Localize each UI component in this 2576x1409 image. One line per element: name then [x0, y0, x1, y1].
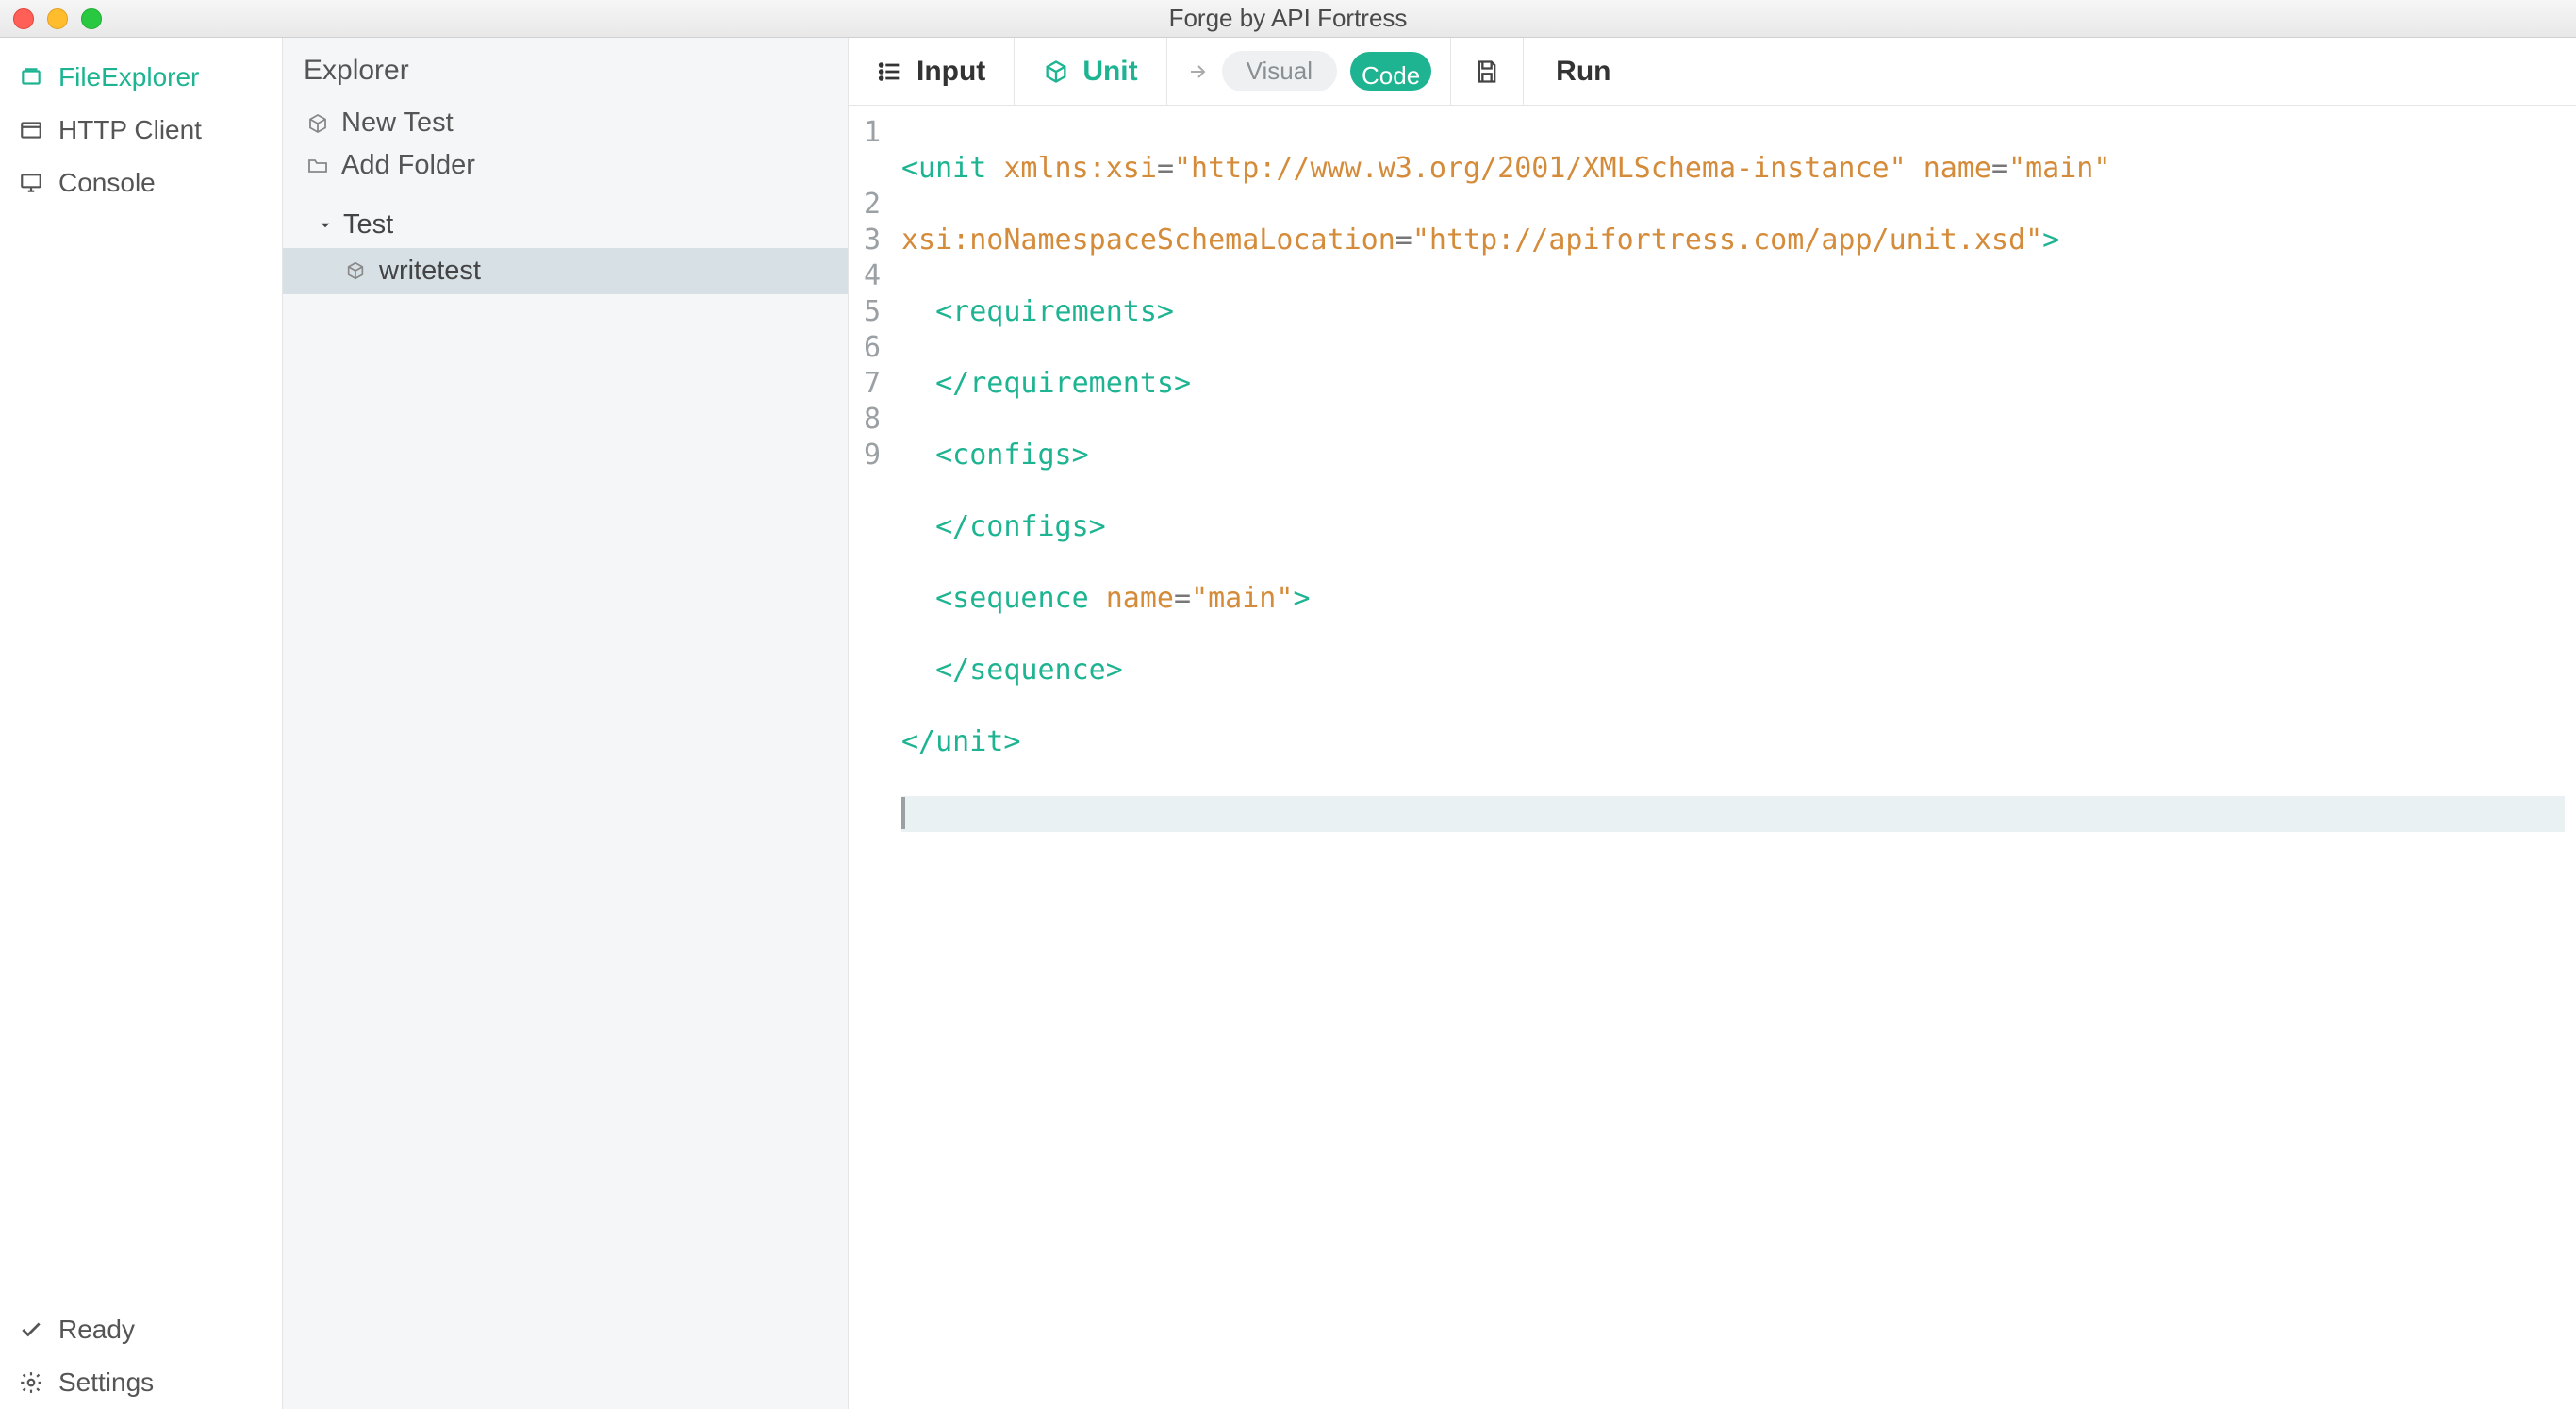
action-label: New Test — [341, 108, 454, 139]
code-line — [901, 796, 2565, 832]
file-label: writetest — [379, 256, 481, 287]
tab-input[interactable]: Input — [849, 38, 1015, 105]
code-body[interactable]: <unit xmlns:xsi="http://www.w3.org/2001/… — [890, 106, 2576, 1409]
window-titlebar: Forge by API Fortress — [0, 0, 2576, 38]
code-line: </requirements> — [901, 366, 2565, 402]
nav-label: Console — [58, 168, 156, 198]
cube-icon — [345, 260, 368, 283]
code-editor[interactable]: 1 2 3 4 5 6 7 8 9 <unit xmlns:xsi="http:… — [849, 106, 2576, 1409]
view-toggle: Visual Code — [1167, 38, 1452, 105]
list-icon — [877, 58, 903, 85]
code-line: <configs> — [901, 438, 2565, 473]
editor-toolbar: Input Unit Visual Code Ru — [849, 38, 2576, 106]
action-add-folder[interactable]: Add Folder — [302, 144, 829, 187]
code-line: xsi:noNamespaceSchemaLocation="http://ap… — [901, 223, 2565, 258]
file-tree: Test writetest — [283, 202, 848, 294]
tab-label: Input — [916, 56, 985, 88]
window-title: Forge by API Fortress — [0, 4, 2576, 33]
save-button[interactable] — [1451, 38, 1524, 105]
code-line: <unit xmlns:xsi="http://www.w3.org/2001/… — [901, 151, 2565, 187]
text-cursor — [901, 797, 905, 829]
nav-file-explorer[interactable]: FileExplorer — [0, 51, 282, 104]
line-number: 5 — [849, 294, 881, 330]
line-number: 8 — [849, 402, 881, 438]
status-ready: Ready — [0, 1303, 282, 1356]
line-number: 1 — [849, 115, 881, 151]
code-line: </unit> — [901, 724, 2565, 760]
nav-settings[interactable]: Settings — [0, 1356, 282, 1409]
action-new-test[interactable]: New Test — [302, 102, 829, 144]
line-number: 4 — [849, 258, 881, 294]
check-icon — [17, 1318, 45, 1342]
toggle-visual[interactable]: Visual — [1222, 51, 1337, 91]
code-line: </configs> — [901, 509, 2565, 545]
explorer-title: Explorer — [283, 38, 848, 96]
primary-nav: FileExplorer HTTP Client Console Ready — [0, 38, 283, 1409]
tree-folder-test[interactable]: Test — [283, 202, 848, 248]
nav-label: Settings — [58, 1368, 154, 1398]
caret-down-icon — [317, 217, 334, 234]
status-label: Ready — [58, 1315, 135, 1345]
line-number: 6 — [849, 330, 881, 366]
nav-http-client[interactable]: HTTP Client — [0, 104, 282, 157]
line-number: 9 — [849, 438, 881, 473]
folder-label: Test — [343, 209, 393, 240]
line-number: 3 — [849, 223, 881, 258]
browser-window-icon — [17, 118, 45, 142]
toggle-code[interactable]: Code — [1350, 52, 1431, 91]
save-icon — [1474, 58, 1500, 85]
tab-unit[interactable]: Unit — [1015, 38, 1166, 105]
code-line: </sequence> — [901, 653, 2565, 688]
action-label: Add Folder — [341, 150, 475, 181]
arrow-right-icon — [1186, 60, 1209, 83]
gear-icon — [17, 1370, 45, 1395]
code-line: <requirements> — [901, 294, 2565, 330]
line-number: 7 — [849, 366, 881, 402]
tree-file-writetest[interactable]: writetest — [283, 248, 848, 294]
explorer-panel: Explorer New Test Add Folder Test — [283, 38, 849, 1409]
cube-icon — [305, 111, 330, 136]
editor-area: Input Unit Visual Code Ru — [849, 38, 2576, 1409]
run-label: Run — [1556, 56, 1610, 88]
code-line: <sequence name="main"> — [901, 581, 2565, 617]
run-button[interactable]: Run — [1524, 38, 1643, 105]
cube-icon — [1043, 58, 1069, 85]
nav-label: HTTP Client — [58, 115, 202, 145]
tab-label: Unit — [1082, 56, 1137, 88]
line-gutter: 1 2 3 4 5 6 7 8 9 — [849, 106, 890, 1409]
nav-console[interactable]: Console — [0, 157, 282, 209]
folder-icon — [305, 154, 330, 178]
folder-stack-icon — [17, 65, 45, 90]
monitor-icon — [17, 171, 45, 195]
line-number: 2 — [849, 187, 881, 223]
nav-label: FileExplorer — [58, 62, 199, 92]
